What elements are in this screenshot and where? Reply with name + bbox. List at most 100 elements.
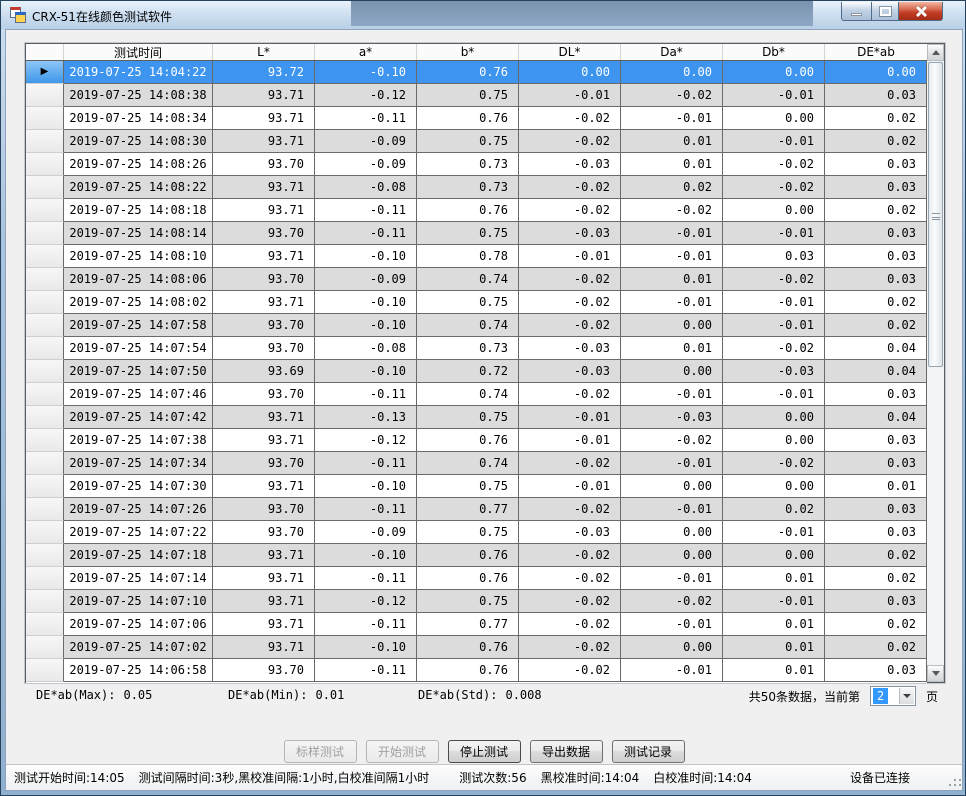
grid-cell[interactable]: -0.01 xyxy=(621,222,723,245)
grid-cell[interactable]: -0.09 xyxy=(315,521,417,544)
grid-cell[interactable]: 93.71 xyxy=(213,291,315,314)
stop-test-button[interactable]: 停止测试 xyxy=(448,740,521,763)
grid-cell[interactable]: -0.01 xyxy=(723,222,825,245)
grid-cell[interactable]: 2019-07-25 14:07:06 xyxy=(64,613,213,636)
grid-cell[interactable]: 2019-07-25 14:07:42 xyxy=(64,406,213,429)
table-row[interactable]: 2019-07-25 14:08:2693.70-0.090.73-0.030.… xyxy=(26,153,927,176)
titlebar[interactable]: CRX-51在线颜色测试软件 xyxy=(1,1,965,29)
grid-cell[interactable]: 93.71 xyxy=(213,636,315,659)
grid-cell[interactable]: -0.02 xyxy=(723,452,825,475)
grid-cell[interactable]: -0.10 xyxy=(315,314,417,337)
table-row[interactable]: 2019-07-25 14:07:3893.71-0.120.76-0.01-0… xyxy=(26,429,927,452)
grid-cell[interactable]: 0.78 xyxy=(417,245,519,268)
scroll-up-button[interactable] xyxy=(927,44,944,61)
grid-cell[interactable]: 93.70 xyxy=(213,337,315,360)
grid-cell[interactable]: 0.03 xyxy=(825,84,927,107)
grid-cell[interactable]: -0.11 xyxy=(315,199,417,222)
grid-cell[interactable]: 0.00 xyxy=(621,544,723,567)
grid-cell[interactable]: -0.09 xyxy=(315,268,417,291)
grid-cell[interactable]: -0.01 xyxy=(621,498,723,521)
grid-cell[interactable]: 0.76 xyxy=(417,199,519,222)
column-header-time[interactable]: 测试时间 xyxy=(64,44,213,60)
grid-cell[interactable]: -0.02 xyxy=(519,107,621,130)
table-row[interactable]: 2019-07-25 14:07:4693.70-0.110.74-0.02-0… xyxy=(26,383,927,406)
grid-cell[interactable]: 0.03 xyxy=(825,590,927,613)
minimize-button[interactable] xyxy=(841,2,871,21)
grid-cell[interactable]: 0.03 xyxy=(825,268,927,291)
grid-cell[interactable]: -0.02 xyxy=(519,544,621,567)
grid-cell[interactable]: -0.10 xyxy=(315,475,417,498)
grid-cell[interactable]: -0.11 xyxy=(315,452,417,475)
grid-cell[interactable]: 93.71 xyxy=(213,176,315,199)
grid-cell[interactable]: 0.02 xyxy=(723,498,825,521)
grid-cell[interactable]: 0.76 xyxy=(417,107,519,130)
column-header-DL[interactable]: DL* xyxy=(519,44,621,60)
grid-cell[interactable]: 93.71 xyxy=(213,567,315,590)
grid-cell[interactable]: 0.75 xyxy=(417,475,519,498)
grid-cell[interactable]: 0.72 xyxy=(417,360,519,383)
grid-cell[interactable]: -0.02 xyxy=(723,176,825,199)
row-selector[interactable] xyxy=(26,245,64,268)
grid-cell[interactable]: 93.70 xyxy=(213,498,315,521)
grid-cell[interactable]: 2019-07-25 14:08:30 xyxy=(64,130,213,153)
grid-cell[interactable]: -0.01 xyxy=(519,475,621,498)
grid-cell[interactable]: 0.00 xyxy=(825,61,927,84)
grid-cell[interactable]: 2019-07-25 14:07:58 xyxy=(64,314,213,337)
grid-cell[interactable]: 93.71 xyxy=(213,130,315,153)
column-header-Db[interactable]: Db* xyxy=(723,44,825,60)
table-row[interactable]: 2019-07-25 14:07:0693.71-0.110.77-0.02-0… xyxy=(26,613,927,636)
row-selector[interactable] xyxy=(26,107,64,130)
grid-cell[interactable]: 0.01 xyxy=(621,153,723,176)
grid-cell[interactable]: -0.01 xyxy=(519,245,621,268)
grid-cell[interactable]: -0.01 xyxy=(723,521,825,544)
grid-cell[interactable]: 0.00 xyxy=(723,475,825,498)
row-selector[interactable] xyxy=(26,199,64,222)
table-row[interactable]: 2019-07-25 14:07:1093.71-0.120.75-0.02-0… xyxy=(26,590,927,613)
table-row[interactable]: 2019-07-25 14:08:3893.71-0.120.75-0.01-0… xyxy=(26,84,927,107)
grid-cell[interactable]: 0.02 xyxy=(825,314,927,337)
grid-cell[interactable]: 2019-07-25 14:08:10 xyxy=(64,245,213,268)
grid-cell[interactable]: -0.09 xyxy=(315,153,417,176)
row-selector[interactable] xyxy=(26,153,64,176)
grid-cell[interactable]: -0.01 xyxy=(519,429,621,452)
grid-cell[interactable]: -0.01 xyxy=(723,130,825,153)
table-row[interactable]: 2019-07-25 14:08:3493.71-0.110.76-0.02-0… xyxy=(26,107,927,130)
grid-cell[interactable]: 93.72 xyxy=(213,61,315,84)
table-row[interactable]: 2019-07-25 14:08:1493.70-0.110.75-0.03-0… xyxy=(26,222,927,245)
grid-cell[interactable]: -0.02 xyxy=(621,590,723,613)
grid-cell[interactable]: -0.08 xyxy=(315,176,417,199)
grid-cell[interactable]: 2019-07-25 14:08:14 xyxy=(64,222,213,245)
grid-cell[interactable]: 93.70 xyxy=(213,268,315,291)
table-row[interactable]: 2019-07-25 14:08:0293.71-0.100.75-0.02-0… xyxy=(26,291,927,314)
page-select[interactable]: 2 xyxy=(870,686,916,706)
grid-cell[interactable]: -0.10 xyxy=(315,245,417,268)
row-selector[interactable]: ▶ xyxy=(26,61,64,84)
column-header-L[interactable]: L* xyxy=(213,44,315,60)
row-selector[interactable] xyxy=(26,659,64,682)
column-header-DEab[interactable]: DE*ab xyxy=(825,44,927,60)
grid-cell[interactable]: -0.03 xyxy=(519,337,621,360)
table-row[interactable]: 2019-07-25 14:08:0693.70-0.090.74-0.020.… xyxy=(26,268,927,291)
grid-cell[interactable]: 0.00 xyxy=(621,314,723,337)
table-row[interactable]: 2019-07-25 14:08:1893.71-0.110.76-0.02-0… xyxy=(26,199,927,222)
grid-cell[interactable]: -0.02 xyxy=(723,337,825,360)
grid-cell[interactable]: -0.09 xyxy=(315,130,417,153)
grid-cell[interactable]: -0.02 xyxy=(519,130,621,153)
grid-cell[interactable]: -0.01 xyxy=(621,291,723,314)
grid-cell[interactable]: 0.02 xyxy=(825,130,927,153)
grid-cell[interactable]: 0.03 xyxy=(825,521,927,544)
grid-cell[interactable]: 2019-07-25 14:07:38 xyxy=(64,429,213,452)
test-record-button[interactable]: 测试记录 xyxy=(612,740,685,763)
grid-cell[interactable]: -0.01 xyxy=(621,567,723,590)
grid-cell[interactable]: -0.10 xyxy=(315,61,417,84)
grid-cell[interactable]: 0.02 xyxy=(825,567,927,590)
grid-cell[interactable]: 0.75 xyxy=(417,521,519,544)
grid-cell[interactable]: 2019-07-25 14:08:26 xyxy=(64,153,213,176)
grid-cell[interactable]: -0.02 xyxy=(519,590,621,613)
grid-cell[interactable]: -0.08 xyxy=(315,337,417,360)
grid-cell[interactable]: 93.71 xyxy=(213,613,315,636)
grid-cell[interactable]: 2019-07-25 14:07:46 xyxy=(64,383,213,406)
grid-cell[interactable]: -0.11 xyxy=(315,107,417,130)
grid-cell[interactable]: 0.03 xyxy=(825,245,927,268)
row-selector[interactable] xyxy=(26,567,64,590)
